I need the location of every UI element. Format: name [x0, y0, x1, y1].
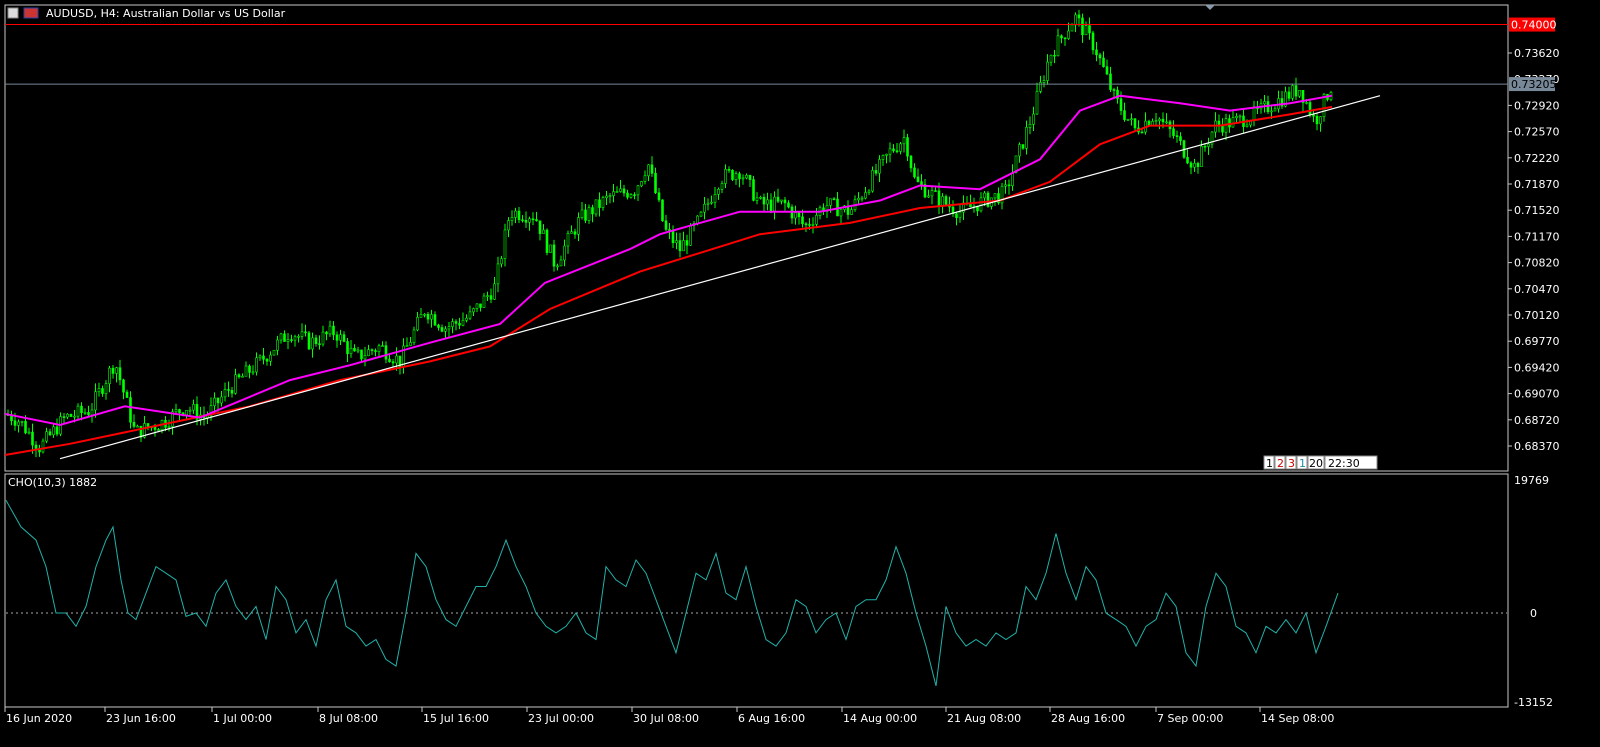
candle	[699, 210, 703, 218]
period-button-label: 1	[1299, 457, 1306, 470]
time-tick-label: 6 Aug 16:00	[738, 712, 805, 725]
time-tick-label: 14 Aug 00:00	[843, 712, 917, 725]
candle	[594, 199, 598, 217]
indicator-y-min: -13152	[1514, 696, 1553, 709]
price-tick-label: 0.73620	[1514, 47, 1560, 60]
price-tick-label: 0.71170	[1514, 230, 1560, 243]
price-panel-frame	[4, 4, 1509, 472]
time-tick-label: 7 Sep 00:00	[1157, 712, 1223, 725]
time-tick-label: 14 Sep 08:00	[1261, 712, 1334, 725]
candle	[752, 175, 755, 202]
time-tick-label: 16 Jun 2020	[6, 712, 72, 725]
candle	[272, 349, 276, 356]
time-tick-label: 23 Jun 16:00	[106, 712, 176, 725]
price-tick-label: 0.68370	[1514, 440, 1560, 453]
price-tick-label: 0.71870	[1514, 178, 1560, 191]
last-price-label: 0.73205	[1511, 78, 1557, 91]
period-button-label: 3	[1288, 457, 1295, 470]
price-tick-label: 0.70470	[1514, 283, 1560, 296]
period-button-label: 2	[1277, 457, 1284, 470]
candle	[41, 438, 45, 454]
chart-canvas[interactable]: 0.73620 0.72920 0.72570 0.72220 0.71870 0.715…	[0, 0, 1600, 743]
time-tick-label: 30 Jul 08:00	[633, 712, 699, 725]
price-tick-label: 0.71520	[1514, 204, 1560, 217]
indicator-y-max: 19769	[1514, 474, 1549, 487]
time-tick-label: 1 Jul 00:00	[213, 712, 272, 725]
flag-icon	[23, 7, 39, 19]
price-tick-label: 0.72220	[1514, 152, 1560, 165]
candle	[1291, 83, 1294, 101]
price-tick-label: 0.70120	[1514, 309, 1560, 322]
price-tick-label: 0.69770	[1514, 335, 1560, 348]
candle	[731, 169, 734, 182]
indicator-y-zero: 0	[1530, 607, 1537, 620]
price-tick-label: 0.72920	[1514, 99, 1560, 112]
price-tick-label: 0.68720	[1514, 414, 1560, 427]
period-button-label: 20	[1309, 457, 1323, 470]
period-buttons: 1 2 3 1 20 22:30	[1263, 455, 1378, 470]
time-tick-label: 23 Jul 00:00	[528, 712, 594, 725]
window-icon[interactable]	[7, 7, 19, 19]
time-tick-label: 28 Aug 16:00	[1051, 712, 1125, 725]
price-tick-label: 0.70820	[1514, 257, 1560, 270]
candle	[661, 199, 664, 222]
candle	[545, 228, 549, 256]
price-tick-label: 0.69070	[1514, 388, 1560, 401]
period-button-label: 1	[1266, 457, 1273, 470]
chart-root[interactable]: 0.73620 0.72920 0.72570 0.72220 0.71870 0.715…	[0, 0, 1600, 743]
time-tick-label: 21 Aug 08:00	[947, 712, 1021, 725]
price-tick-label: 0.69420	[1514, 361, 1560, 374]
candle	[307, 330, 311, 351]
candle	[871, 166, 874, 193]
period-button-label: 22:30	[1328, 457, 1360, 470]
candle	[69, 413, 73, 418]
candle	[986, 191, 990, 208]
chart-title: AUDUSD, H4: Australian Dollar vs US Doll…	[46, 7, 286, 20]
candle	[549, 244, 552, 253]
indicator-label: CHO(10,3) 1882	[8, 476, 97, 489]
time-tick-label: 8 Jul 08:00	[319, 712, 378, 725]
level-price-label: 0.74000	[1511, 19, 1557, 32]
price-tick-label: 0.72570	[1514, 126, 1560, 139]
time-tick-label: 15 Jul 16:00	[423, 712, 489, 725]
